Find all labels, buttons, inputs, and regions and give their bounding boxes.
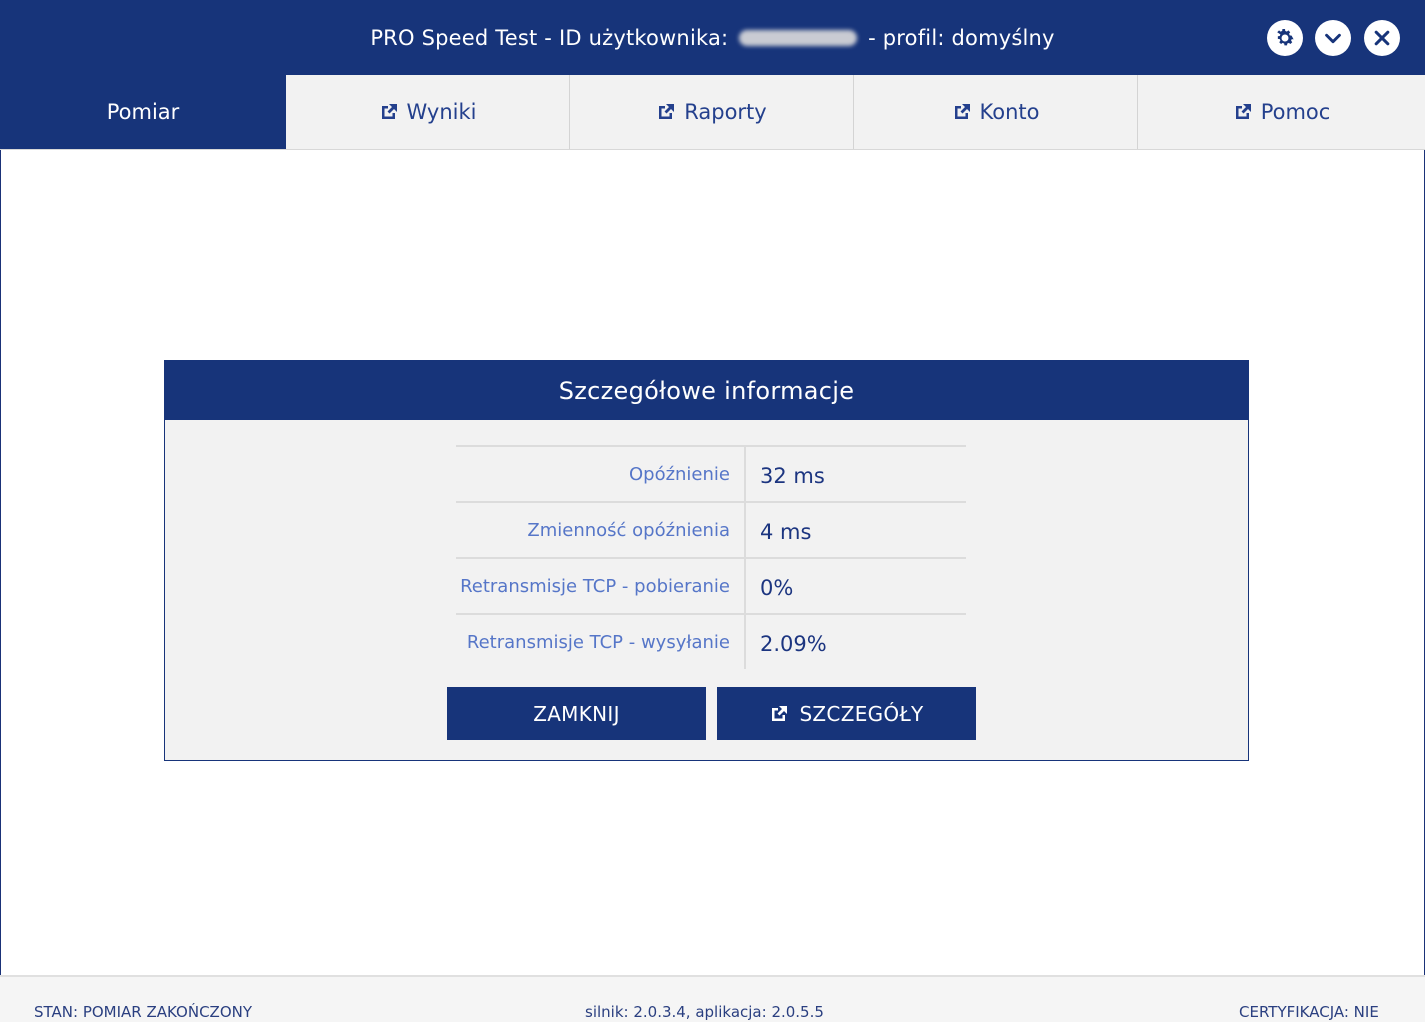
tab-label: Pomoc bbox=[1260, 100, 1331, 124]
title-bar: PRO Speed Test - ID użytkownika: - profi… bbox=[0, 0, 1425, 75]
main-tabs: Pomiar Wyniki Raporty Konto Pomoc bbox=[0, 75, 1425, 150]
details-dialog: Szczegółowe informacje Opóźnienie 32 ms … bbox=[164, 360, 1249, 761]
external-link-icon bbox=[1235, 104, 1251, 119]
close-dialog-button[interactable]: ZAMKNIJ bbox=[447, 687, 706, 740]
close-dialog-label: ZAMKNIJ bbox=[533, 701, 620, 726]
chevron-down-icon bbox=[1325, 33, 1341, 44]
close-button[interactable] bbox=[1364, 20, 1400, 56]
row-value: 0% bbox=[760, 576, 794, 600]
row-value: 4 ms bbox=[760, 520, 812, 544]
redacted-user-id bbox=[739, 29, 858, 46]
external-link-icon bbox=[381, 104, 397, 119]
details-label: SZCZEGÓŁY bbox=[799, 701, 924, 726]
row-value: 32 ms bbox=[760, 464, 825, 488]
external-link-icon bbox=[954, 104, 970, 119]
row-label: Retransmisje TCP - pobieranie bbox=[456, 559, 746, 613]
table-row: Zmienność opóźnienia 4 ms bbox=[456, 501, 966, 557]
tab-pomoc[interactable]: Pomoc bbox=[1138, 75, 1425, 149]
status-certification: CERTYFIKACJA: NIE bbox=[1239, 1003, 1379, 1021]
window-title-prefix: PRO Speed Test - ID użytkownika: bbox=[370, 26, 729, 50]
external-link-icon bbox=[772, 705, 788, 721]
tab-label: Wyniki bbox=[406, 100, 477, 124]
tab-label: Konto bbox=[979, 100, 1040, 124]
status-bar: STAN: POMIAR ZAKOŃCZONY silnik: 2.0.3.4,… bbox=[0, 975, 1425, 1022]
settings-button[interactable] bbox=[1267, 20, 1303, 56]
status-version: silnik: 2.0.3.4, aplikacja: 2.0.5.5 bbox=[585, 1003, 824, 1021]
tab-konto[interactable]: Konto bbox=[854, 75, 1138, 149]
row-label: Opóźnienie bbox=[456, 447, 746, 501]
status-state: STAN: POMIAR ZAKOŃCZONY bbox=[34, 1003, 253, 1021]
tab-label: Raporty bbox=[684, 100, 767, 124]
tab-wyniki[interactable]: Wyniki bbox=[286, 75, 570, 149]
tab-pomiar[interactable]: Pomiar bbox=[0, 75, 286, 149]
tab-raporty[interactable]: Raporty bbox=[570, 75, 854, 149]
table-row: Retransmisje TCP - pobieranie 0% bbox=[456, 557, 966, 613]
table-row: Retransmisje TCP - wysyłanie 2.09% bbox=[456, 613, 966, 669]
window-title-suffix: - profil: domyślny bbox=[868, 26, 1055, 50]
table-row: Opóźnienie 32 ms bbox=[456, 445, 966, 501]
row-value: 2.09% bbox=[760, 632, 827, 656]
details-button[interactable]: SZCZEGÓŁY bbox=[717, 687, 976, 740]
details-table: Opóźnienie 32 ms Zmienność opóźnienia 4 … bbox=[456, 445, 966, 669]
tab-label: Pomiar bbox=[106, 100, 180, 124]
gear-icon bbox=[1277, 29, 1294, 46]
row-label: Retransmisje TCP - wysyłanie bbox=[456, 615, 746, 669]
close-icon bbox=[1374, 30, 1390, 46]
external-link-icon bbox=[659, 104, 675, 119]
minimize-button[interactable] bbox=[1315, 20, 1351, 56]
dialog-title: Szczegółowe informacje bbox=[165, 361, 1248, 420]
row-label: Zmienność opóźnienia bbox=[456, 503, 746, 557]
window-title: PRO Speed Test - ID użytkownika: - profi… bbox=[0, 0, 1425, 75]
